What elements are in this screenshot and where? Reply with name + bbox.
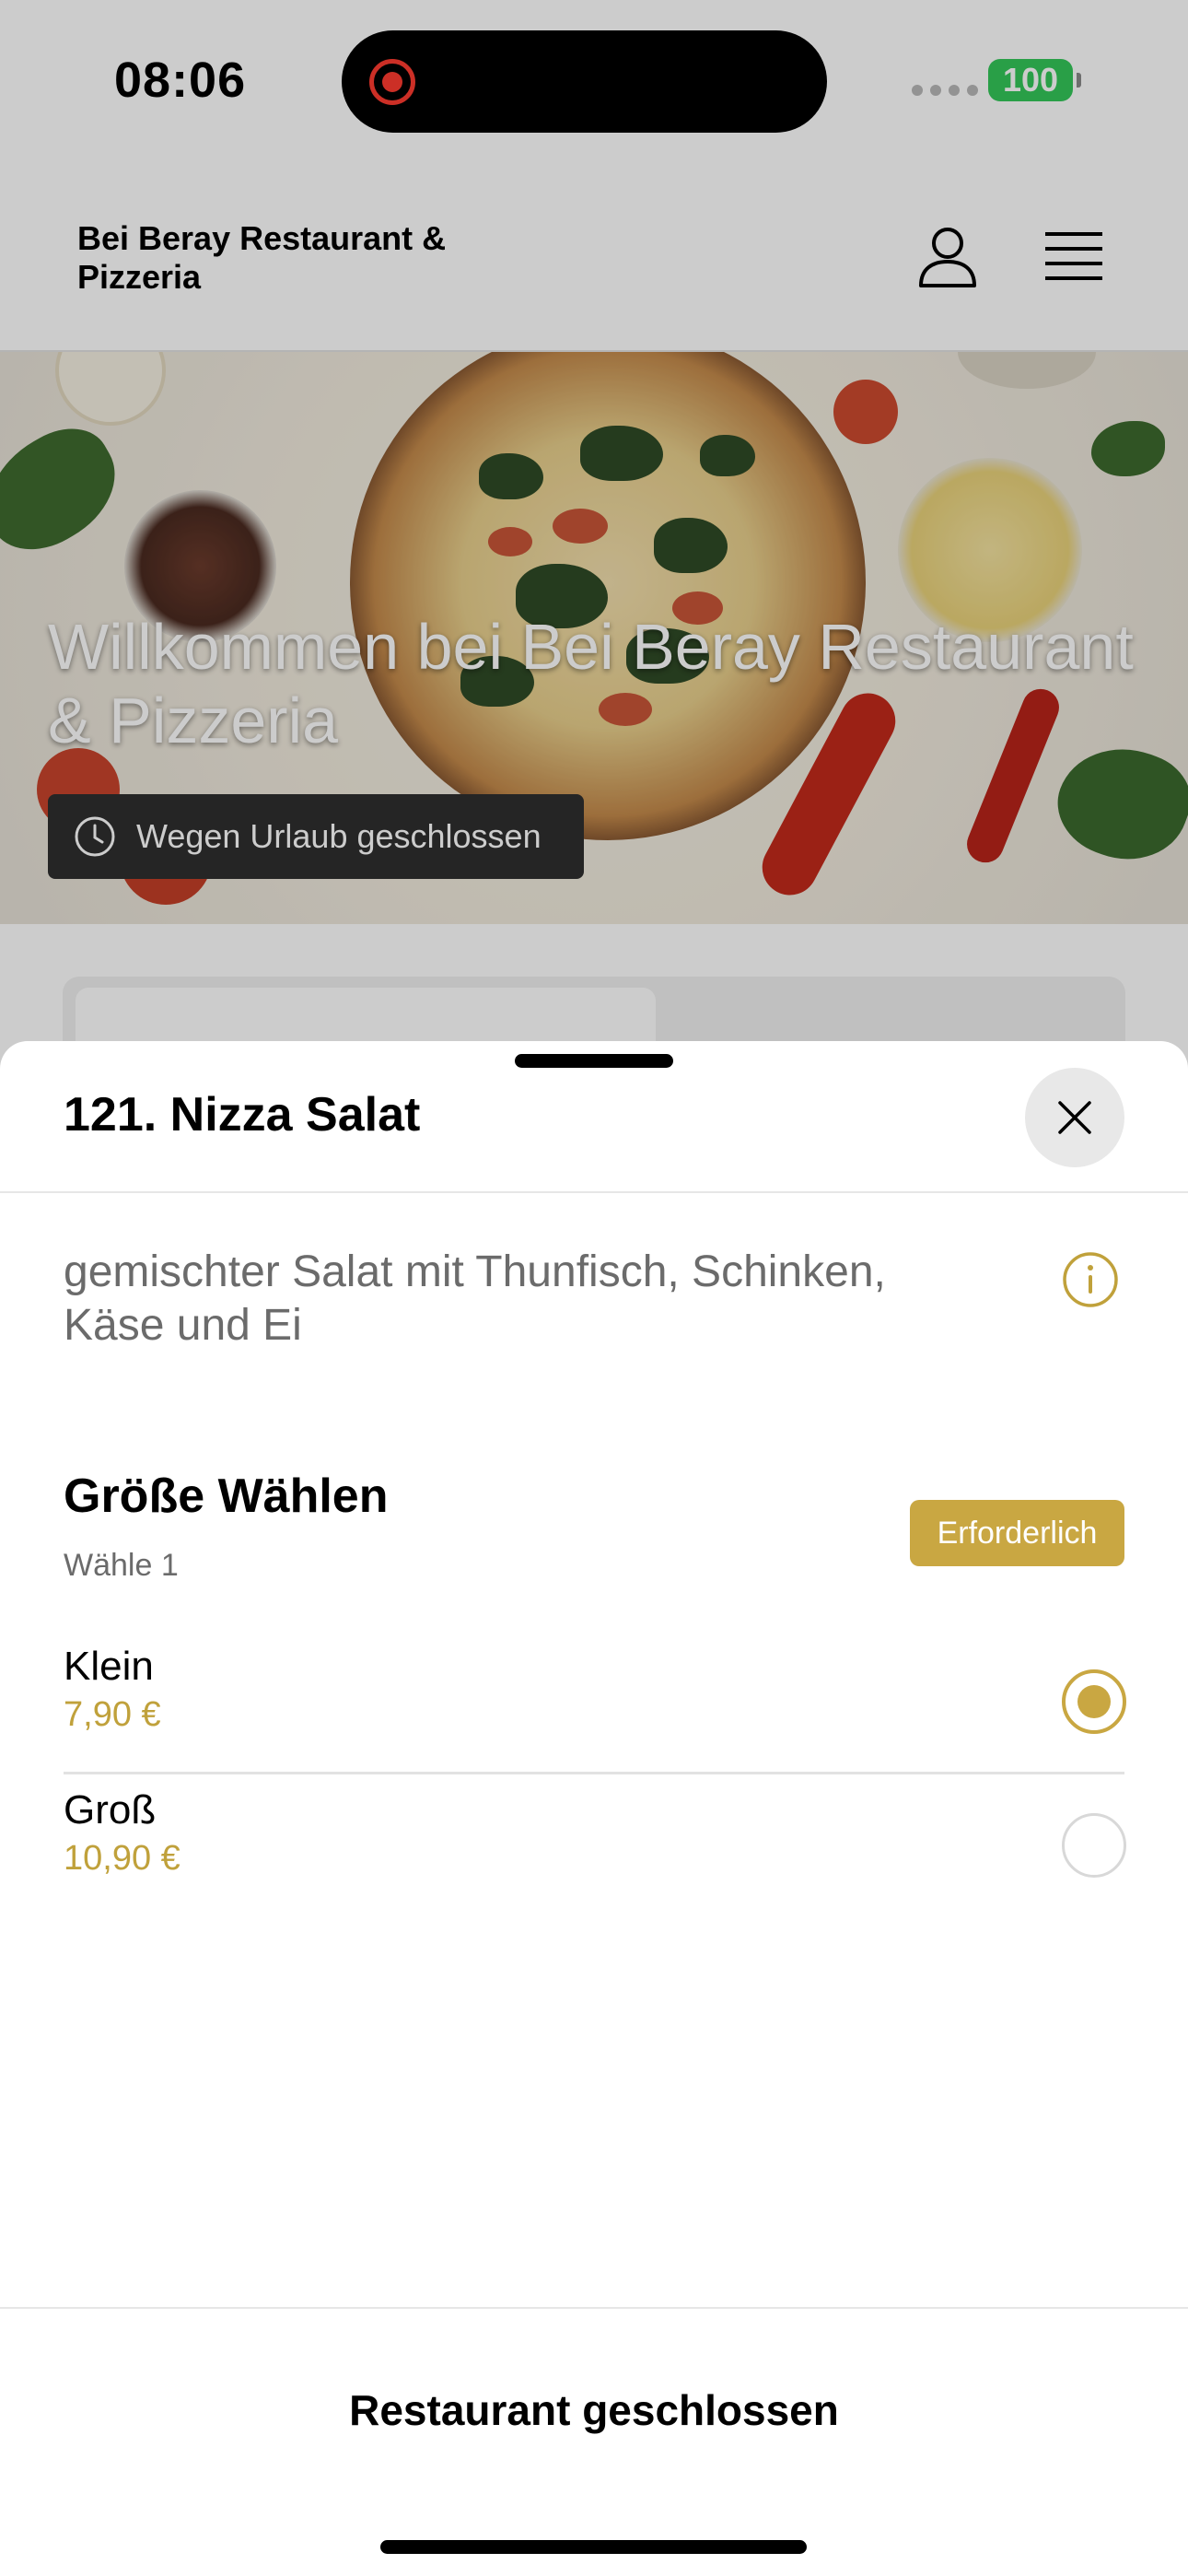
restaurant-closed-button[interactable]: Restaurant geschlossen: [0, 2309, 1188, 2512]
product-description: gemischter Salat mit Thunfisch, Schinken…: [64, 1247, 886, 1350]
option-group-title: Größe Wählen: [64, 1469, 389, 1523]
radio-unselected[interactable]: [1062, 1813, 1126, 1878]
option-price: 7,90 €: [64, 1695, 161, 1734]
radio-selected[interactable]: [1062, 1669, 1126, 1734]
size-option-klein[interactable]: Klein 7,90 €: [64, 1631, 1126, 1774]
info-icon[interactable]: [1062, 1251, 1119, 1308]
option-group-subtitle: Wähle 1: [64, 1548, 179, 1583]
close-icon: [1058, 1101, 1091, 1134]
close-button[interactable]: [1025, 1068, 1124, 1167]
product-title: 121. Nizza Salat: [64, 1088, 421, 1142]
product-bottom-sheet: 121. Nizza Salat gemischter Salat mit Th…: [0, 1041, 1188, 2576]
option-price: 10,90 €: [64, 1839, 181, 1878]
size-option-gross[interactable]: Groß 10,90 €: [64, 1774, 1126, 1918]
option-label: Klein: [64, 1644, 154, 1689]
sheet-grabber[interactable]: [515, 1054, 673, 1068]
required-badge: Erforderlich: [910, 1500, 1124, 1566]
home-indicator[interactable]: [380, 2540, 807, 2554]
header-divider: [0, 1191, 1188, 1193]
option-label: Groß: [64, 1787, 157, 1832]
